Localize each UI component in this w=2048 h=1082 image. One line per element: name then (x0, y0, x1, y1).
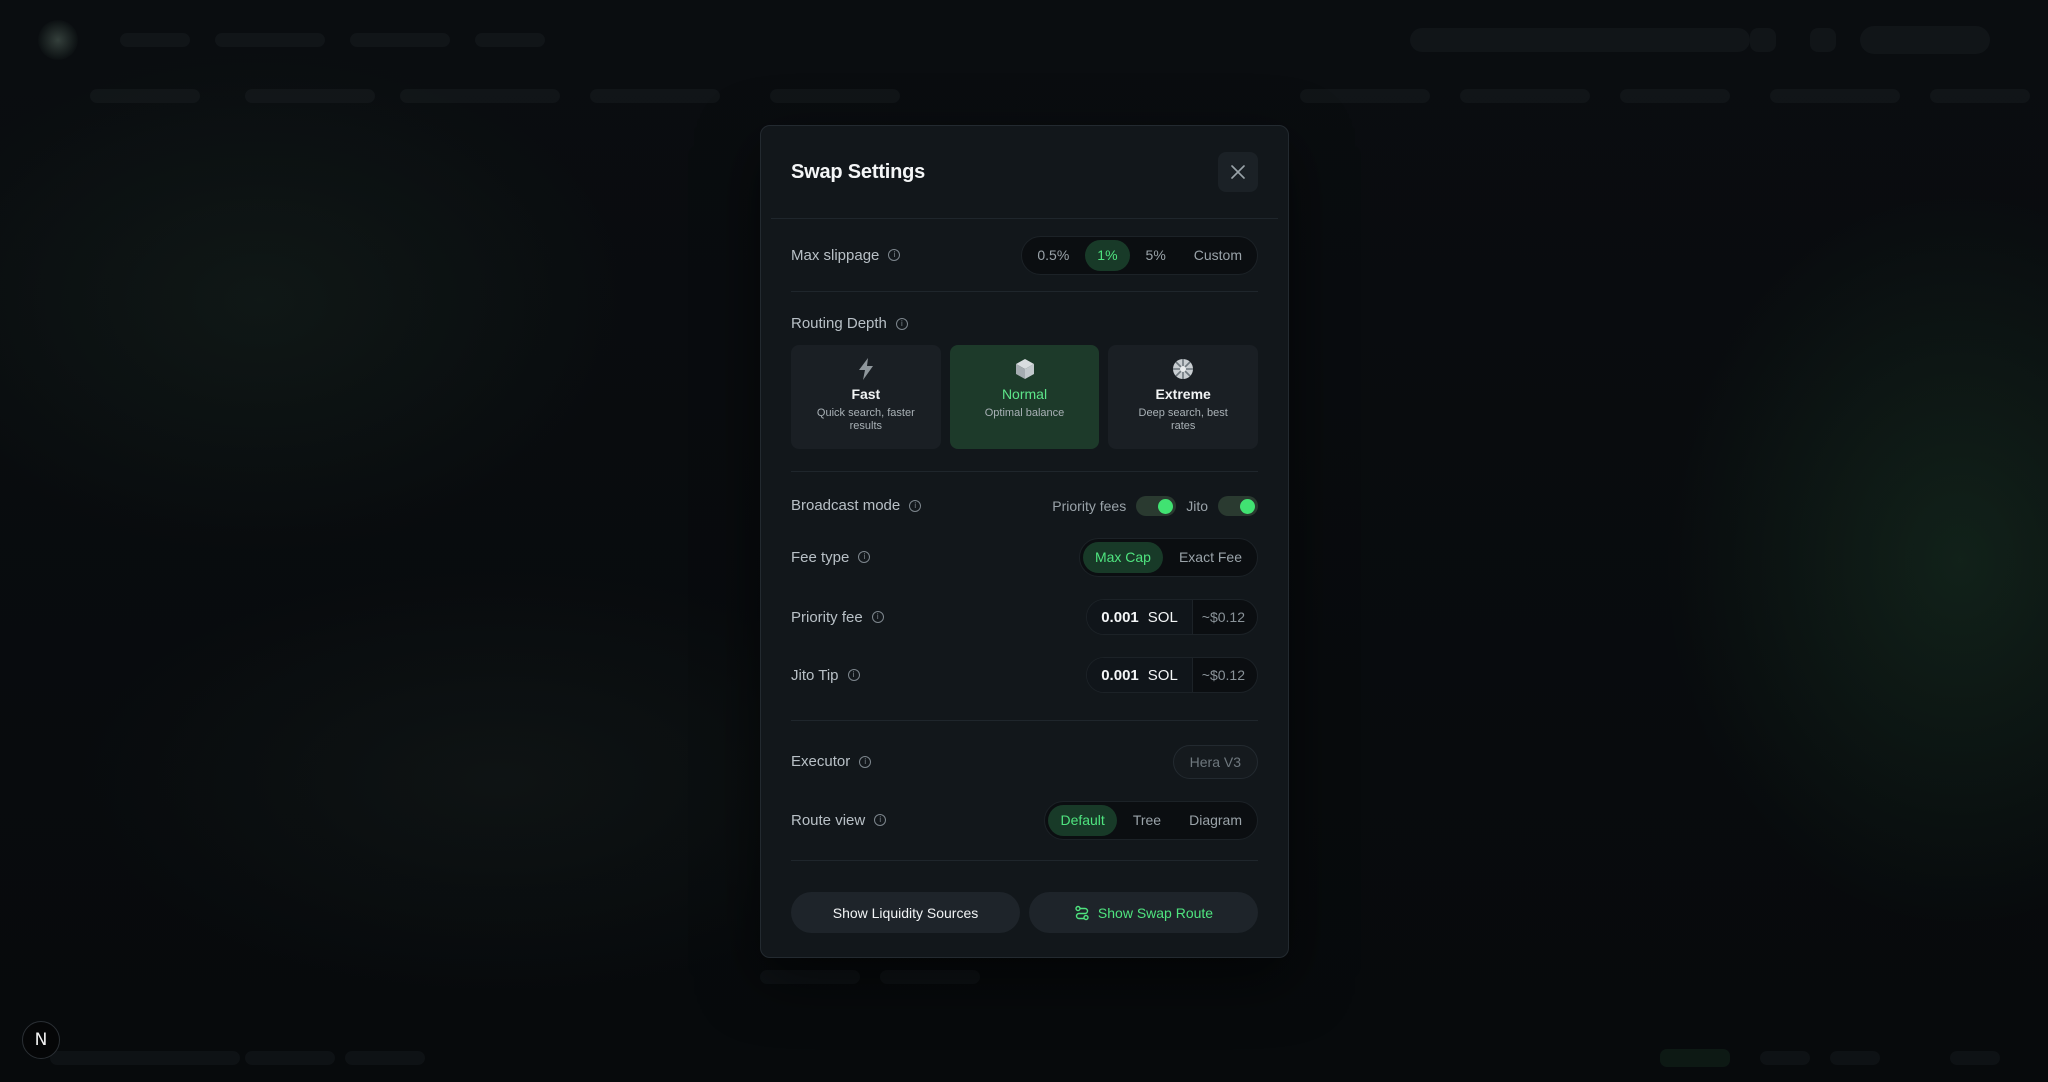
max-slippage-label: Max slippage i (791, 247, 901, 264)
priority-fee-value: 0.001 (1101, 608, 1139, 626)
modal-body: Max slippage i 0.5% 1% 5% Custom Routing… (761, 219, 1288, 933)
show-liquidity-sources-label: Show Liquidity Sources (832, 904, 979, 921)
routing-depth-extreme-name: Extreme (1155, 386, 1211, 402)
fee-type-max-cap[interactable]: Max Cap (1082, 541, 1163, 573)
broadcast-mode-row: Broadcast mode i Priority fees Jito (791, 472, 1258, 539)
route-view-default[interactable]: Default (1048, 804, 1117, 836)
slippage-option-0-5[interactable]: 0.5% (1025, 240, 1081, 271)
divider (791, 860, 1258, 861)
modal-footer: Show Liquidity Sources Show Swap Route (791, 892, 1258, 933)
jito-label: Jito (1186, 497, 1208, 514)
routing-depth-fast-desc: Quick search, faster results (816, 407, 915, 432)
max-slippage-selector: 0.5% 1% 5% Custom (1021, 235, 1258, 275)
routing-depth-extreme-desc: Deep search, best rates (1138, 407, 1228, 432)
dev-badge-letter: N (34, 1030, 48, 1050)
background-status-bar (0, 1048, 2048, 1068)
cube-icon (1013, 357, 1037, 381)
priority-fee-usd: ~$0.12 (1201, 609, 1245, 625)
swap-settings-modal: Swap Settings Max slippage i 0.5% 1% 5% … (760, 125, 1289, 958)
jito-tip-row: Jito Tip i 0.001 SOL ~$0.12 (791, 646, 1258, 704)
lightning-icon (854, 357, 878, 381)
routing-depth-section: Routing Depth i Fast Quick search, faste… (791, 292, 1259, 471)
fee-type-exact-fee[interactable]: Exact Fee (1167, 542, 1254, 573)
fee-type-label: Fee type i (791, 549, 871, 566)
route-view-label: Route view i (791, 812, 887, 829)
show-swap-route-label: Show Swap Route (1097, 904, 1214, 921)
fee-type-selector: Max Cap Exact Fee (1078, 537, 1258, 577)
broadcast-mode-label: Broadcast mode i (791, 497, 922, 514)
executor-value: Hera V3 (1172, 744, 1258, 779)
slippage-option-custom[interactable]: Custom (1182, 240, 1254, 271)
background-logo (38, 20, 78, 60)
background-top-bar (0, 0, 2048, 80)
jito-tip-label: Jito Tip i (791, 667, 860, 684)
info-icon[interactable]: i (858, 551, 871, 563)
show-liquidity-sources-button[interactable]: Show Liquidity Sources (791, 892, 1020, 933)
jito-tip-usd: ~$0.12 (1201, 667, 1245, 683)
route-view-tree[interactable]: Tree (1121, 805, 1173, 836)
routing-depth-label: Routing Depth i (791, 315, 1258, 332)
slippage-option-5[interactable]: 5% (1134, 240, 1178, 271)
route-view-diagram[interactable]: Diagram (1177, 805, 1254, 836)
info-icon[interactable]: i (888, 249, 901, 261)
routing-depth-normal-name: Normal (1001, 386, 1048, 402)
route-view-selector: Default Tree Diagram (1044, 800, 1258, 840)
routing-depth-normal[interactable]: Normal Optimal balance (949, 345, 1100, 449)
priority-fee-input[interactable]: 0.001 SOL ~$0.12 (1086, 599, 1258, 635)
jito-tip-input[interactable]: 0.001 SOL ~$0.12 (1086, 657, 1258, 693)
info-icon[interactable]: i (847, 669, 860, 681)
info-icon[interactable]: i (895, 317, 908, 330)
route-icon (1075, 905, 1089, 920)
info-icon[interactable]: i (909, 499, 922, 512)
info-icon[interactable]: i (874, 814, 887, 826)
max-slippage-row: Max slippage i 0.5% 1% 5% Custom (791, 219, 1258, 291)
executor-label: Executor i (791, 753, 872, 770)
broadcast-mode-toggles: Priority fees Jito (1052, 495, 1258, 516)
routing-depth-normal-desc: Optimal balance (984, 407, 1065, 419)
priority-fees-toggle[interactable] (1136, 495, 1177, 516)
routing-depth-extreme[interactable]: Extreme Deep search, best rates (1108, 345, 1259, 449)
route-view-row: Route view i Default Tree Diagram (791, 800, 1258, 840)
routing-depth-fast[interactable]: Fast Quick search, faster results (791, 345, 941, 449)
priority-fee-label: Priority fee i (791, 609, 884, 626)
info-icon[interactable]: i (871, 611, 884, 623)
close-button[interactable] (1218, 152, 1258, 192)
orb-icon (1171, 357, 1195, 381)
modal-title: Swap Settings (791, 160, 926, 183)
priority-fee-row: Priority fee i 0.001 SOL ~$0.12 (791, 588, 1258, 646)
fee-type-row: Fee type i Max Cap Exact Fee (791, 537, 1258, 577)
jito-tip-unit: SOL (1147, 666, 1178, 684)
executor-row: Executor i Hera V3 (791, 721, 1258, 802)
show-swap-route-button[interactable]: Show Swap Route (1029, 892, 1258, 933)
modal-header: Swap Settings (771, 126, 1278, 219)
priority-fee-unit: SOL (1147, 608, 1178, 626)
close-icon (1231, 165, 1245, 179)
slippage-option-1[interactable]: 1% (1085, 239, 1130, 271)
jito-toggle[interactable] (1218, 495, 1258, 516)
background-under-modal (0, 968, 2048, 984)
priority-fees-label: Priority fees (1052, 497, 1127, 514)
routing-depth-fast-name: Fast (851, 386, 881, 402)
jito-tip-value: 0.001 (1101, 666, 1139, 684)
info-icon[interactable]: i (859, 755, 872, 768)
dev-badge[interactable]: N (22, 1021, 60, 1059)
background-ticker (0, 86, 2048, 106)
routing-depth-options: Fast Quick search, faster results Normal… (791, 345, 1259, 449)
